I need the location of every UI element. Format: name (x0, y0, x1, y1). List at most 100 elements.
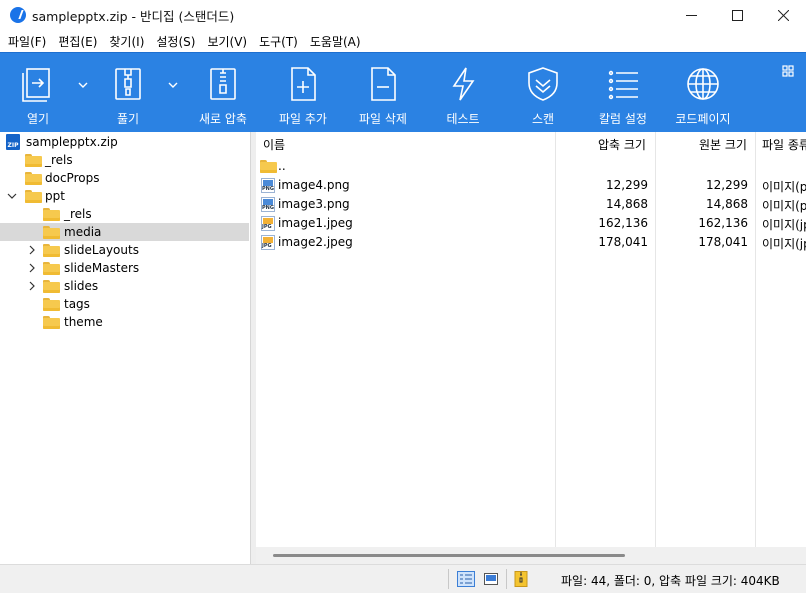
menu-edit[interactable]: 편집(E) (52, 33, 103, 50)
new-archive-button[interactable]: 새로 압축 (193, 53, 253, 133)
file-list: 이름 압축 크기 원본 크기 파일 종류 .. image4.png 12,29… (256, 132, 806, 564)
tree-item-label: media (64, 225, 102, 239)
folder-icon (43, 207, 60, 221)
parent-folder-icon (260, 160, 277, 173)
menu-settings[interactable]: 설정(S) (150, 33, 201, 50)
lightning-icon (452, 67, 475, 101)
file-type: 이미지(png) (762, 180, 806, 194)
close-icon (777, 9, 789, 21)
window-controls (668, 0, 806, 30)
delete-file-button[interactable]: 파일 삭제 (353, 53, 413, 133)
column-header-name[interactable]: 이름 (263, 132, 285, 156)
toolbar-layout-grid-icon[interactable] (782, 65, 794, 77)
tree-item-label: docProps (45, 171, 100, 185)
chevron-right-icon[interactable] (27, 245, 37, 255)
test-button[interactable]: 테스트 (437, 53, 489, 133)
tree-item-ppt[interactable]: ppt (0, 187, 249, 205)
column-header-original[interactable]: 원본 크기 (699, 132, 747, 156)
status-divider (506, 569, 507, 589)
folder-icon (43, 279, 60, 293)
close-button[interactable] (760, 0, 806, 30)
thumbnail-view-icon[interactable] (482, 571, 500, 587)
tree-item-label: tags (64, 297, 90, 311)
original-size: 178,041 (698, 235, 748, 249)
add-file-icon (291, 67, 316, 101)
tree-item-ppt-rels[interactable]: _rels (0, 205, 249, 223)
column-settings-button[interactable]: 칼럼 설정 (593, 53, 653, 133)
menu-find[interactable]: 찾기(I) (103, 33, 150, 50)
file-name: image2.jpeg (278, 235, 353, 249)
maximize-button[interactable] (714, 0, 760, 30)
open-dropdown-chevron-icon[interactable] (77, 79, 89, 91)
file-type: 이미지(jpeg) (762, 237, 806, 251)
compressed-size: 162,136 (598, 216, 648, 230)
file-name: image4.png (278, 178, 350, 192)
menu-file[interactable]: 파일(F) (2, 33, 52, 50)
globe-icon (687, 68, 719, 100)
minimize-icon (685, 14, 697, 16)
tree-item-tags[interactable]: tags (0, 295, 249, 313)
extract-label: 풀기 (116, 112, 140, 126)
file-name: .. (278, 159, 286, 173)
extract-dropdown-chevron-icon[interactable] (167, 79, 179, 91)
compressed-size: 12,299 (606, 178, 648, 192)
chevron-right-icon[interactable] (27, 263, 37, 273)
window-title: samplepptx.zip - 반디집 (스탠더드) (32, 8, 235, 24)
tree-item-label: slideMasters (64, 261, 140, 275)
original-size: 12,299 (706, 178, 748, 192)
column-header-compressed[interactable]: 압축 크기 (598, 132, 646, 156)
tree-item-rels[interactable]: _rels (0, 151, 249, 169)
table-row[interactable]: image3.png 14,868 14,868 이미지(png) (256, 195, 806, 214)
list-item-parent[interactable]: .. (256, 157, 806, 176)
details-view-icon[interactable] (457, 571, 475, 587)
list-columns-icon (608, 70, 638, 100)
bandizip-logo-icon (10, 7, 26, 23)
file-name: image1.jpeg (278, 216, 353, 230)
tree-item-slidelayouts[interactable]: slideLayouts (0, 241, 249, 259)
tree-item-root[interactable]: ZIP samplepptx.zip (0, 133, 249, 151)
archive-info-icon[interactable] (512, 571, 530, 587)
file-name: image3.png (278, 197, 350, 211)
add-file-label: 파일 추가 (279, 112, 327, 126)
tree-item-label: slideLayouts (64, 243, 139, 257)
table-row[interactable]: image2.jpeg 178,041 178,041 이미지(jpeg) (256, 233, 806, 252)
file-type: 이미지(png) (762, 199, 806, 213)
tree-item-slides[interactable]: slides (0, 277, 249, 295)
tree-item-label: ppt (45, 189, 65, 203)
test-label: 테스트 (446, 112, 480, 126)
zip-archive-icon: ZIP (6, 134, 20, 150)
tree-item-slidemasters[interactable]: slideMasters (0, 259, 249, 277)
tree-item-docprops[interactable]: docProps (0, 169, 249, 187)
chevron-down-icon[interactable] (7, 191, 17, 201)
tree-item-label: theme (64, 315, 103, 329)
scan-button[interactable]: 스캔 (517, 53, 569, 133)
menu-view[interactable]: 보기(V) (201, 33, 253, 50)
scrollbar-thumb[interactable] (273, 554, 625, 557)
column-header-type[interactable]: 파일 종류 (762, 132, 806, 156)
minimize-button[interactable] (668, 0, 714, 30)
menu-help[interactable]: 도움말(A) (304, 33, 367, 50)
delete-file-icon (371, 67, 396, 101)
open-button[interactable]: 열기 (12, 53, 64, 133)
title-bar: samplepptx.zip - 반디집 (스탠더드) (0, 0, 806, 30)
chevron-right-icon[interactable] (27, 281, 37, 291)
compressed-size: 14,868 (606, 197, 648, 211)
folder-icon (43, 315, 60, 329)
open-label: 열기 (26, 112, 50, 126)
delete-file-label: 파일 삭제 (359, 112, 407, 126)
original-size: 14,868 (706, 197, 748, 211)
status-divider (448, 569, 449, 589)
open-folder-icon (22, 68, 50, 102)
menu-tools[interactable]: 도구(T) (253, 33, 304, 50)
add-file-button[interactable]: 파일 추가 (273, 53, 333, 133)
horizontal-scrollbar[interactable] (256, 547, 806, 564)
folder-icon (25, 153, 42, 167)
tree-item-theme[interactable]: theme (0, 313, 249, 331)
tree-item-media[interactable]: media (0, 223, 249, 241)
table-row[interactable]: image4.png 12,299 12,299 이미지(png) (256, 176, 806, 195)
jpeg-file-icon (261, 216, 275, 231)
extract-button[interactable]: 풀기 (102, 53, 154, 133)
table-row[interactable]: image1.jpeg 162,136 162,136 이미지(jpeg) (256, 214, 806, 233)
folder-icon (43, 297, 60, 311)
codepage-button[interactable]: 코드페이지 (672, 53, 734, 133)
